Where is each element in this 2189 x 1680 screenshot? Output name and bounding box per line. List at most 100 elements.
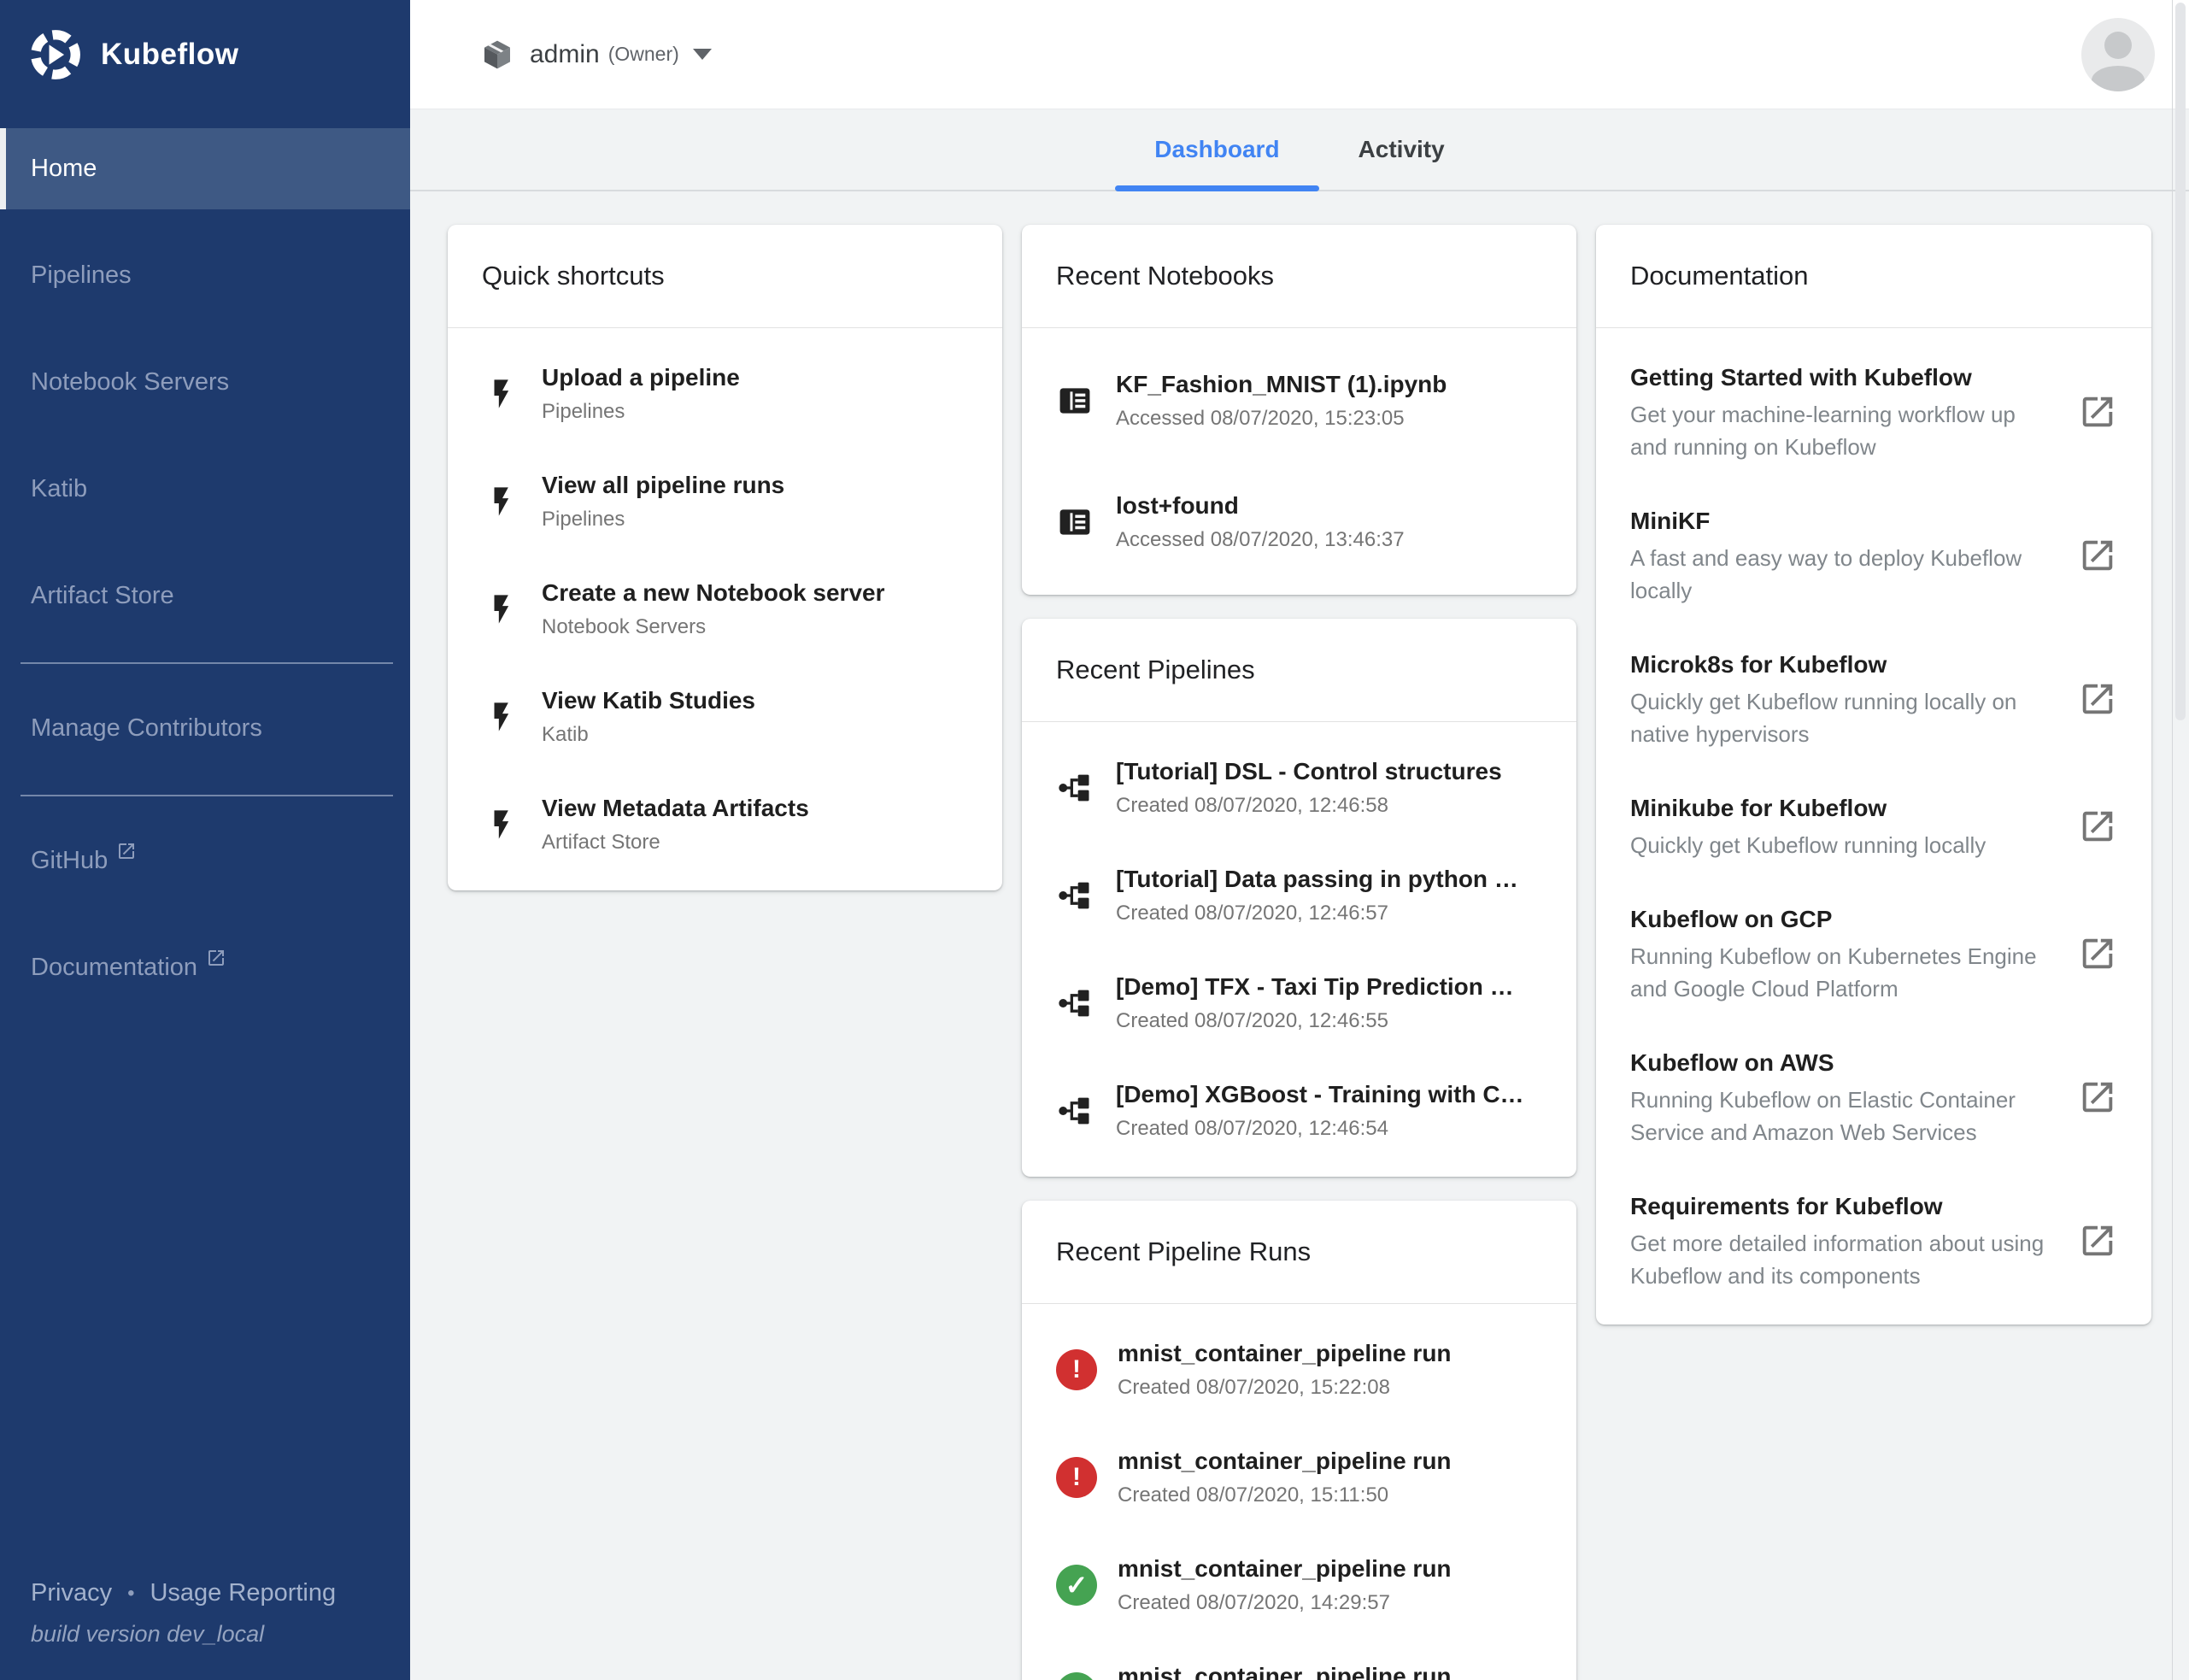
sidebar-item-manage-contributors[interactable]: Manage Contributors	[0, 688, 410, 769]
sidebar-item-label: Notebook Servers	[31, 368, 229, 397]
doc-description: Running Kubeflow on Kubernetes Engine an…	[1630, 940, 2057, 1005]
card-title: Recent Pipeline Runs	[1022, 1201, 1576, 1304]
run-created-time: Created 08/07/2020, 14:29:57	[1118, 1589, 1452, 1617]
shortcut-title: Create a new Notebook server	[542, 578, 885, 608]
run-status-icon	[1056, 1349, 1097, 1390]
open-in-new-icon	[2078, 1221, 2117, 1260]
tab-activity[interactable]: Activity	[1319, 109, 1484, 190]
run-created-time: Created 08/07/2020, 15:22:08	[1118, 1374, 1452, 1401]
namespace-selector[interactable]: admin (Owner)	[480, 38, 712, 72]
notebook-accessed-time: Accessed 08/07/2020, 13:46:37	[1116, 526, 1405, 554]
pipeline-created-time: Created 08/07/2020, 12:46:58	[1116, 792, 1502, 819]
notebook-item[interactable]: lost+found Accessed 08/07/2020, 13:46:37	[1022, 461, 1576, 583]
run-title: mnist_container_pipeline run	[1118, 1661, 1452, 1680]
sidebar-item-documentation[interactable]: Documentation	[0, 927, 410, 1008]
run-title: mnist_container_pipeline run	[1118, 1554, 1452, 1584]
pipeline-icon	[1056, 877, 1094, 914]
quick-shortcut-item[interactable]: View all pipeline runs Pipelines	[448, 448, 1002, 555]
main-area: admin (Owner) Dashboard Activity Quick s…	[410, 0, 2189, 1680]
open-in-new-icon	[2078, 934, 2117, 973]
sidebar-item-pipelines[interactable]: Pipelines	[0, 235, 410, 316]
sidebar-item-label: Documentation	[31, 954, 197, 982]
documentation-link-item[interactable]: Kubeflow on AWS Running Kubeflow on Elas…	[1596, 1025, 2151, 1169]
doc-description: A fast and easy way to deploy Kubeflow l…	[1630, 542, 2057, 607]
pipeline-run-item[interactable]: mnist_container_pipeline run Created 08/…	[1022, 1316, 1576, 1424]
kubeflow-logo-icon	[29, 28, 82, 81]
user-avatar[interactable]	[2081, 18, 2155, 91]
bolt-icon	[482, 485, 519, 519]
doc-title: MiniKF	[1630, 504, 2057, 538]
quick-shortcut-item[interactable]: Create a new Notebook server Notebook Se…	[448, 555, 1002, 663]
bolt-icon	[482, 700, 519, 734]
pipeline-title: [Tutorial] DSL - Control structures	[1116, 756, 1502, 787]
shortcut-subtitle: Pipelines	[542, 506, 784, 533]
quick-shortcuts-list: Upload a pipeline Pipelines	[448, 328, 1002, 890]
namespace-role: (Owner)	[608, 43, 679, 66]
tab-bar: Dashboard Activity	[410, 109, 2189, 191]
shortcut-subtitle: Artifact Store	[542, 829, 809, 856]
documentation-link-item[interactable]: MiniKF A fast and easy way to deploy Kub…	[1596, 484, 2151, 627]
scrollbar[interactable]	[2172, 0, 2189, 1680]
sidebar-item-notebook-servers[interactable]: Notebook Servers	[0, 342, 410, 423]
documentation-card: Documentation Getting Started with Kubef…	[1596, 225, 2151, 1325]
quick-shortcut-item[interactable]: View Metadata Artifacts Artifact Store	[448, 771, 1002, 878]
shortcut-title: View Katib Studies	[542, 685, 755, 716]
tab-dashboard[interactable]: Dashboard	[1115, 109, 1318, 190]
footer-separator: •	[127, 1582, 134, 1606]
doc-title: Getting Started with Kubeflow	[1630, 361, 2057, 395]
sidebar-item-artifact-store[interactable]: Artifact Store	[0, 555, 410, 637]
doc-title: Microk8s for Kubeflow	[1630, 648, 2057, 682]
pipeline-run-item[interactable]: mnist_container_pipeline run Created 08/…	[1022, 1424, 1576, 1531]
card-title: Recent Notebooks	[1022, 225, 1576, 328]
sidebar-item-label: Katib	[31, 475, 87, 503]
sidebar-divider	[21, 795, 393, 796]
doc-description: Get your machine-learning workflow up an…	[1630, 398, 2057, 463]
scrollbar-thumb[interactable]	[2175, 3, 2186, 720]
pipeline-icon	[1056, 984, 1094, 1022]
open-in-new-icon	[2078, 392, 2117, 432]
build-version-text: build version dev_local	[31, 1621, 379, 1648]
pipeline-created-time: Created 08/07/2020, 12:46:54	[1116, 1115, 1526, 1143]
doc-title: Kubeflow on GCP	[1630, 902, 2057, 937]
open-in-new-icon	[2078, 807, 2117, 846]
external-link-icon	[116, 841, 137, 861]
pipeline-item[interactable]: [Demo] XGBoost - Training with Confusi… …	[1022, 1057, 1576, 1165]
pipeline-item[interactable]: [Demo] TFX - Taxi Tip Prediction Model ……	[1022, 949, 1576, 1057]
notebook-title: KF_Fashion_MNIST (1).ipynb	[1116, 369, 1447, 400]
usage-reporting-link[interactable]: Usage Reporting	[150, 1579, 336, 1607]
quick-shortcut-item[interactable]: Upload a pipeline Pipelines	[448, 340, 1002, 448]
pipeline-run-item[interactable]: mnist_container_pipeline run Created 08/…	[1022, 1639, 1576, 1680]
pipeline-run-item[interactable]: mnist_container_pipeline run Created 08/…	[1022, 1531, 1576, 1639]
doc-description: Quickly get Kubeflow running locally on …	[1630, 685, 2057, 750]
privacy-link[interactable]: Privacy	[31, 1579, 112, 1607]
documentation-link-item[interactable]: Microk8s for Kubeflow Quickly get Kubefl…	[1596, 627, 2151, 771]
documentation-list: Getting Started with Kubeflow Get your m…	[1596, 328, 2151, 1325]
run-title: mnist_container_pipeline run	[1118, 1338, 1452, 1369]
sidebar-item-katib[interactable]: Katib	[0, 449, 410, 530]
recent-pipelines-list: [Tutorial] DSL - Control structures Crea…	[1022, 722, 1576, 1177]
namespace-name: admin	[530, 40, 600, 69]
documentation-link-item[interactable]: Minikube for Kubeflow Quickly get Kubefl…	[1596, 771, 2151, 882]
pipeline-title: [Tutorial] Data passing in python comp…	[1116, 864, 1526, 895]
bolt-icon	[482, 592, 519, 626]
sidebar-item-label: Home	[31, 155, 97, 183]
sidebar-item-home[interactable]: Home	[0, 128, 410, 209]
sidebar-item-github[interactable]: GitHub	[0, 820, 410, 902]
documentation-link-item[interactable]: Kubeflow on GCP Running Kubeflow on Kube…	[1596, 882, 2151, 1025]
documentation-link-item[interactable]: Requirements for Kubeflow Get more detai…	[1596, 1169, 2151, 1313]
pipeline-title: [Demo] XGBoost - Training with Confusi…	[1116, 1079, 1526, 1110]
column-middle: Recent Notebooks	[1022, 225, 1576, 1680]
recent-notebooks-card: Recent Notebooks	[1022, 225, 1576, 595]
documentation-link-item[interactable]: Getting Started with Kubeflow Get your m…	[1596, 340, 2151, 484]
pipeline-item[interactable]: [Tutorial] DSL - Control structures Crea…	[1022, 734, 1576, 842]
pipeline-title: [Demo] TFX - Taxi Tip Prediction Model …	[1116, 972, 1526, 1002]
dashboard-content: Quick shortcuts Upload a pipeline Pip	[410, 191, 2189, 1680]
notebook-item[interactable]: KF_Fashion_MNIST (1).ipynb Accessed 08/0…	[1022, 340, 1576, 461]
quick-shortcut-item[interactable]: View Katib Studies Katib	[448, 663, 1002, 771]
notebook-icon	[1056, 503, 1094, 541]
kubeflow-logo[interactable]: Kubeflow	[0, 0, 410, 109]
pipeline-item[interactable]: [Tutorial] Data passing in python comp… …	[1022, 842, 1576, 949]
doc-description: Get more detailed information about usin…	[1630, 1227, 2057, 1292]
bolt-icon	[482, 808, 519, 842]
column-right: Documentation Getting Started with Kubef…	[1596, 225, 2151, 1325]
